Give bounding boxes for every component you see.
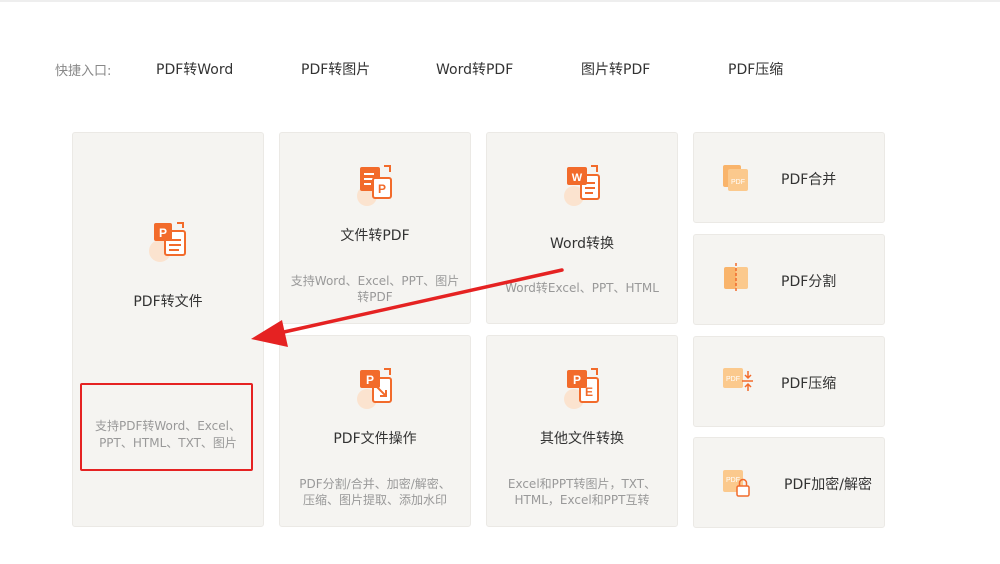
card-title: 文件转PDF xyxy=(340,228,410,244)
side-tool-pdf-lock[interactable]: PDF PDF加密/解密 xyxy=(693,437,885,528)
svg-text:P: P xyxy=(159,226,167,240)
card-title: PDF转文件 xyxy=(133,294,203,310)
svg-text:P: P xyxy=(573,373,581,387)
card-word-convert[interactable]: W Word转换 Word转Excel、PPT、HTML xyxy=(486,132,678,324)
side-tool-pdf-split[interactable]: PDF分割 xyxy=(693,234,885,325)
svg-text:PDF: PDF xyxy=(731,179,745,186)
annotation-highlight-box xyxy=(80,383,253,471)
card-desc: Word转Excel、PPT、HTML xyxy=(505,281,659,295)
pdf-split-icon xyxy=(724,263,748,293)
card-title: Word转换 xyxy=(550,236,614,252)
other-convert-icon: E P xyxy=(564,368,599,409)
side-tool-title: PDF分割 xyxy=(781,274,837,290)
card-desc-line1: Excel和PPT转图片，TXT、 xyxy=(507,477,657,491)
card-desc-line1: 支持Word、Excel、PPT、图片 xyxy=(290,274,460,288)
quick-link-pdf-compress[interactable]: PDF压缩 xyxy=(728,59,783,79)
quick-link-pdf-to-word[interactable]: PDF转Word xyxy=(156,59,233,79)
word-convert-icon: W xyxy=(564,165,600,206)
card-desc-line2: 压缩、图片提取、添加水印 xyxy=(302,493,447,507)
card-desc-line2: HTML，Excel和PPT互转 xyxy=(514,493,650,507)
side-tool-pdf-merge[interactable]: PDF PDF合并 xyxy=(693,132,885,223)
pdf-lock-icon: PDF xyxy=(723,470,750,497)
svg-text:W: W xyxy=(572,172,583,184)
svg-text:PDF: PDF xyxy=(726,376,740,383)
pdf-merge-icon: PDF xyxy=(723,165,748,191)
svg-text:PDF: PDF xyxy=(726,477,740,484)
side-tool-title: PDF加密/解密 xyxy=(784,477,872,493)
side-tool-pdf-compress[interactable]: PDF PDF压缩 xyxy=(693,336,885,427)
card-title: 其他文件转换 xyxy=(540,431,624,447)
side-tool-title: PDF合并 xyxy=(781,172,837,188)
quick-entry-label: 快捷入口: xyxy=(55,64,112,79)
top-divider xyxy=(0,0,1000,2)
side-tool-title: PDF压缩 xyxy=(781,376,837,392)
svg-text:P: P xyxy=(378,182,386,196)
card-file-to-pdf[interactable]: P 文件转PDF 支持Word、Excel、PPT、图片 转PDF xyxy=(279,132,471,324)
pdf-convert-icon: P xyxy=(149,222,186,262)
quick-link-image-to-pdf[interactable]: 图片转PDF xyxy=(581,59,650,79)
quick-link-word-to-pdf[interactable]: Word转PDF xyxy=(436,59,513,79)
file-to-pdf-icon: P xyxy=(357,165,392,206)
card-title: PDF文件操作 xyxy=(333,431,417,447)
card-desc-line1: PDF分割/合并、加密/解密、 xyxy=(299,477,451,491)
pdf-operation-icon: P xyxy=(357,368,392,409)
card-other-convert[interactable]: E P 其他文件转换 Excel和PPT转图片，TXT、 HTML，Excel和… xyxy=(486,335,678,527)
card-pdf-operation[interactable]: P PDF文件操作 PDF分割/合并、加密/解密、 压缩、图片提取、添加水印 xyxy=(279,335,471,527)
pdf-compress-icon: PDF xyxy=(723,368,753,391)
quick-link-pdf-to-image[interactable]: PDF转图片 xyxy=(301,59,370,79)
svg-text:P: P xyxy=(366,373,374,387)
card-desc-line2: 转PDF xyxy=(357,290,393,304)
quick-entry-bar: 快捷入口: PDF转Word PDF转图片 Word转PDF 图片转PDF PD… xyxy=(0,58,1000,80)
